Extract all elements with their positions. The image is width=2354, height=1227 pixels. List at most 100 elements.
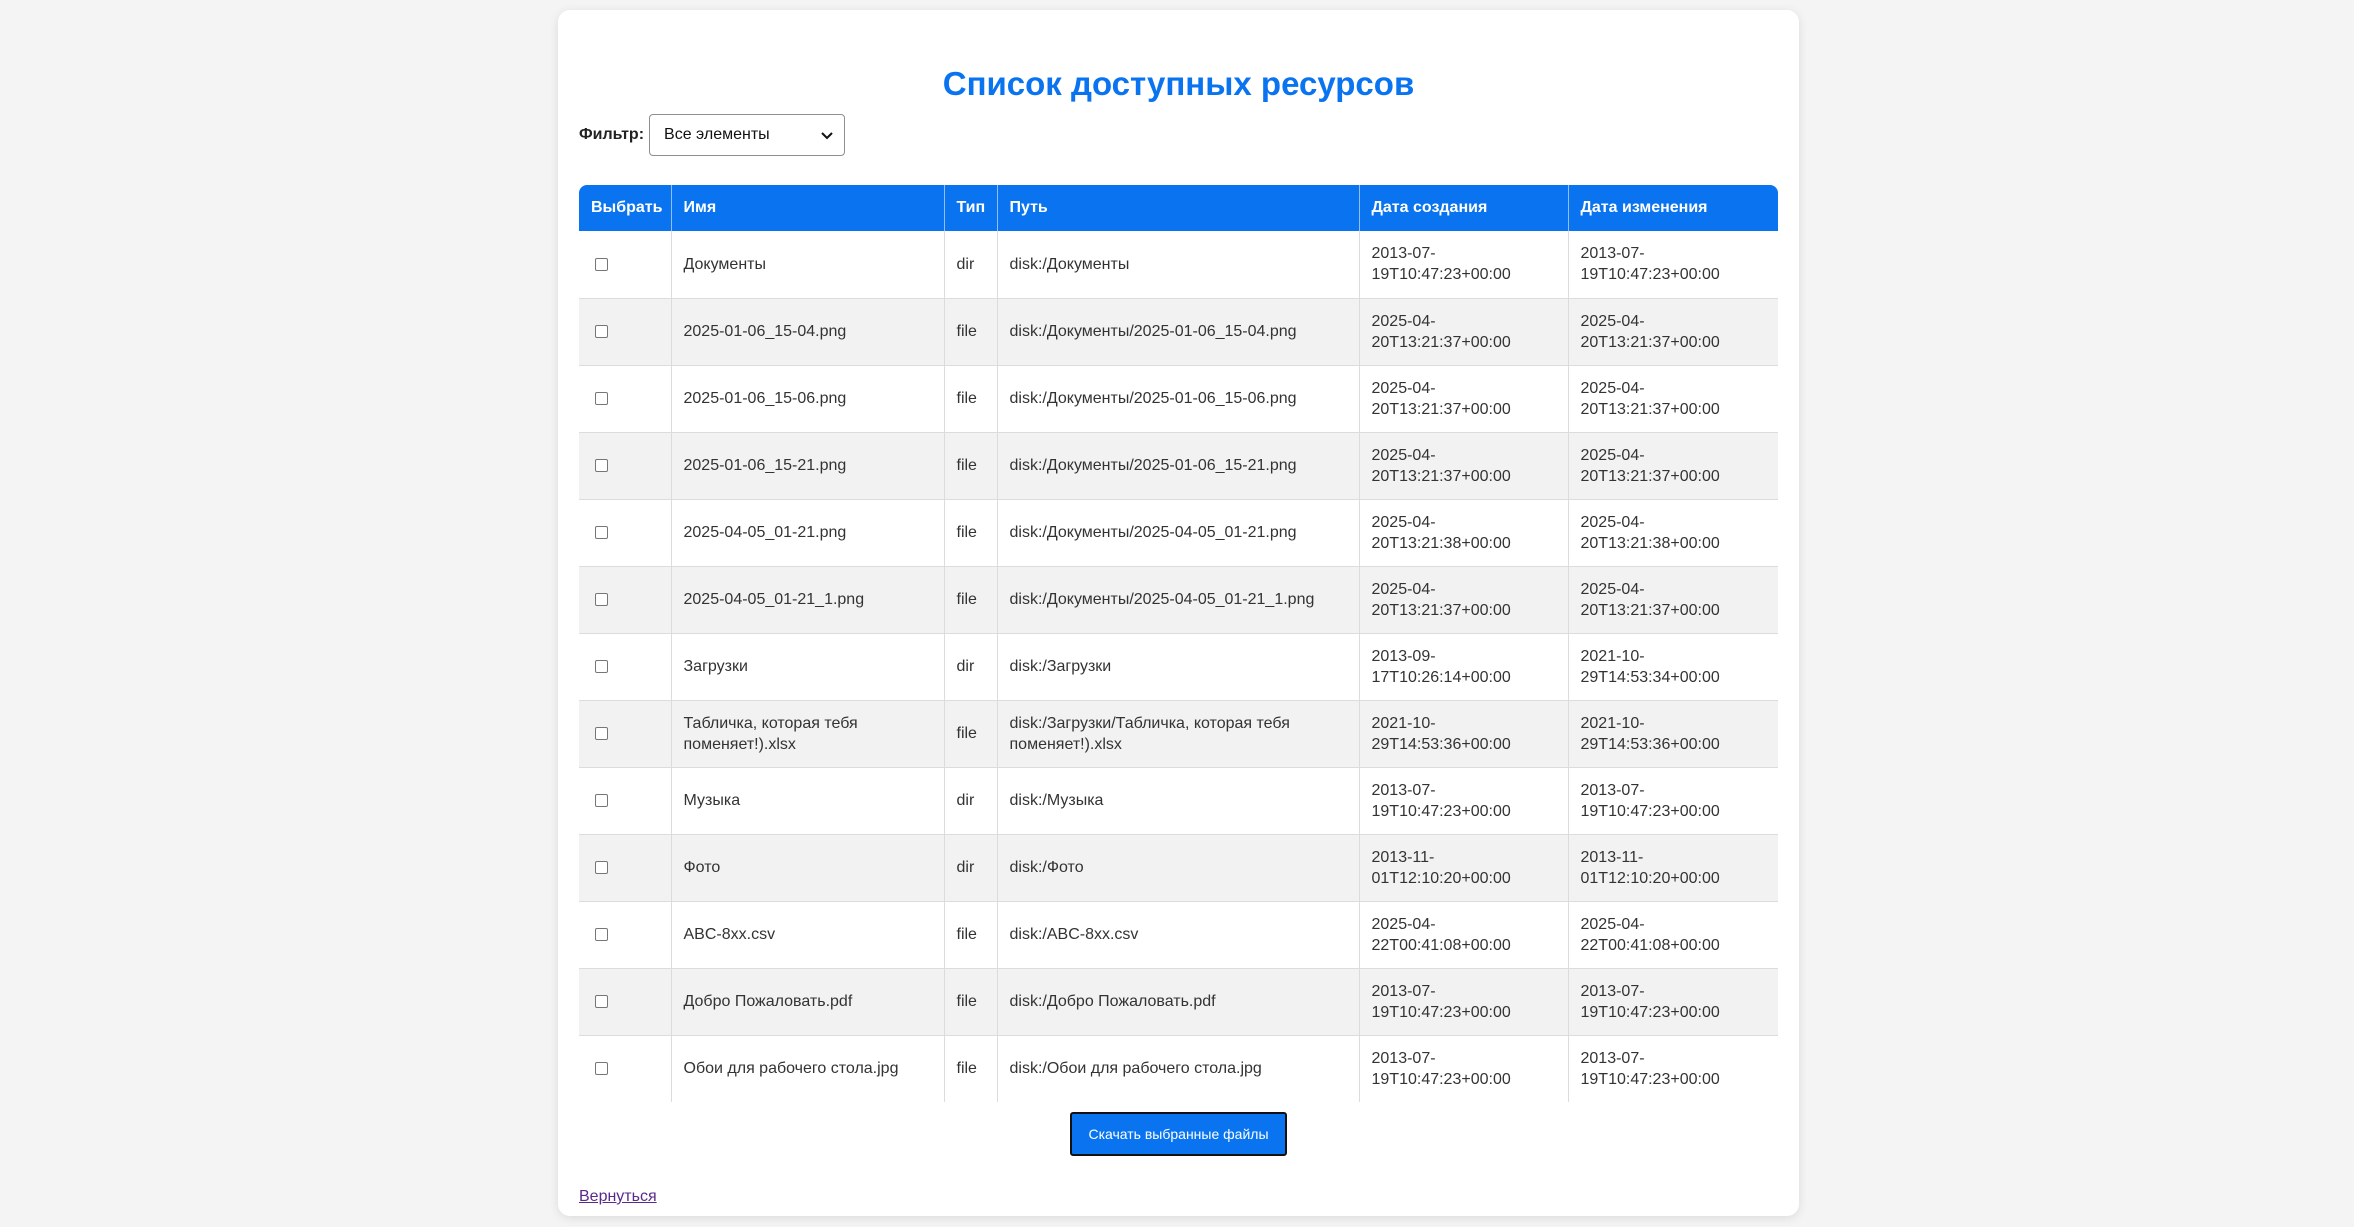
content-card: Список доступных ресурсов Фильтр: Все эл… — [558, 10, 1799, 1216]
table-header-row: Выбрать Имя Тип Путь Дата создания Дата … — [579, 185, 1778, 231]
created-cell: 2025-04- 20T13:21:37+00:00 — [1359, 566, 1569, 634]
table-row: Документы dir disk:/Документы 2013-07- 19T10… — [579, 231, 1778, 299]
type-cell: dir — [944, 767, 998, 835]
modified-cell-line-2: 01T12:10:20+00:00 — [1580, 869, 1720, 887]
created-cell: 2013-09- 17T10:26:14+00:00 — [1359, 633, 1569, 701]
back-link[interactable]: Вернуться — [579, 1188, 657, 1206]
type-cell: file — [944, 700, 998, 768]
modified-cell-line-1: 2025-04- — [1580, 915, 1645, 933]
created-cell-line-1: 2025-04- — [1371, 915, 1436, 933]
created-cell-line-1: 2013-07- — [1371, 1049, 1436, 1067]
row-checkbox[interactable] — [595, 593, 608, 606]
modified-cell-line-2: 20T13:21:37+00:00 — [1580, 400, 1720, 418]
type-cell: dir — [944, 834, 998, 902]
row-checkbox[interactable] — [595, 392, 608, 405]
created-cell: 2025-04- 22T00:41:08+00:00 — [1359, 901, 1569, 969]
created-cell: 2025-04- 20T13:21:37+00:00 — [1359, 432, 1569, 500]
select-cell — [579, 901, 672, 969]
modified-cell: 2025-04- 20T13:21:37+00:00 — [1568, 365, 1778, 433]
path-cell: disk:/Документы/2025-01-06_15-06.png — [997, 365, 1360, 433]
modified-cell: 2025-04- 22T00:41:08+00:00 — [1568, 901, 1778, 969]
created-cell-line-2: 19T10:47:23+00:00 — [1371, 1003, 1511, 1021]
type-cell: dir — [944, 231, 998, 299]
modified-cell-line-2: 20T13:21:37+00:00 — [1580, 467, 1720, 485]
created-cell-line-2: 20T13:21:37+00:00 — [1371, 333, 1511, 351]
modified-cell: 2013-11- 01T12:10:20+00:00 — [1568, 834, 1778, 902]
created-cell: 2013-11- 01T12:10:20+00:00 — [1359, 834, 1569, 902]
name-cell: 2025-01-06_15-06.png — [671, 365, 945, 433]
modified-cell-line-1: 2021-10- — [1580, 647, 1645, 665]
select-cell — [579, 968, 672, 1036]
modified-cell-line-1: 2025-04- — [1580, 446, 1645, 464]
row-checkbox[interactable] — [595, 861, 608, 874]
chevron-down-icon — [821, 132, 833, 140]
select-cell — [579, 432, 672, 500]
created-cell-line-1: 2013-07- — [1371, 245, 1436, 263]
modified-cell-line-2: 22T00:41:08+00:00 — [1580, 936, 1720, 954]
header-select: Выбрать — [579, 185, 672, 231]
name-cell: Загрузки — [671, 633, 945, 701]
table-row: 2025-04-05_01-21.png file disk:/Документы/… — [579, 499, 1778, 567]
modified-cell-line-1: 2013-07- — [1580, 245, 1645, 263]
table-row: Фото dir disk:/Фото 2013-11- 01T12:10:20+00:… — [579, 834, 1778, 902]
select-cell — [579, 767, 672, 835]
type-cell: file — [944, 499, 998, 567]
name-cell: Документы — [671, 231, 945, 299]
row-checkbox[interactable] — [595, 257, 608, 271]
created-cell-line-2: 19T10:47:23+00:00 — [1371, 266, 1511, 284]
table-body: Документы dir disk:/Документы 2013-07- 19T10… — [579, 231, 1778, 1102]
filter-select[interactable]: Все элементы — [649, 114, 846, 156]
modified-cell-line-2: 19T10:47:23+00:00 — [1580, 1003, 1720, 1021]
header-created: Дата создания — [1359, 185, 1569, 231]
type-cell: file — [944, 1035, 998, 1102]
select-cell — [579, 700, 672, 768]
modified-cell-line-1: 2025-04- — [1580, 580, 1645, 598]
path-cell: disk:/Документы/2025-01-06_15-21.png — [997, 432, 1360, 500]
header-path: Путь — [997, 185, 1360, 231]
row-checkbox[interactable] — [595, 928, 608, 941]
row-checkbox[interactable] — [595, 459, 608, 472]
name-cell: 2025-04-05_01-21_1.png — [671, 566, 945, 634]
table-row: Добро Пожаловать.pdf file disk:/Добро Пожа… — [579, 968, 1778, 1036]
table-row: 2025-01-06_15-04.png file disk:/Документы/… — [579, 298, 1778, 366]
row-checkbox[interactable] — [595, 995, 608, 1008]
name-cell: 2025-04-05_01-21.png — [671, 499, 945, 567]
type-cell: file — [944, 432, 998, 500]
filter-row: Фильтр: Все элементы — [579, 114, 846, 156]
path-cell: disk:/Музыка — [997, 767, 1360, 835]
name-cell: Обои для рабочего стола.jpg — [671, 1035, 945, 1102]
modified-cell-line-2: 20T13:21:37+00:00 — [1580, 333, 1720, 351]
table-row: 2025-01-06_15-06.png file disk:/Документы/… — [579, 365, 1778, 433]
row-checkbox[interactable] — [595, 325, 608, 338]
row-checkbox[interactable] — [595, 526, 608, 539]
modified-cell-line-1: 2025-04- — [1580, 379, 1645, 397]
modified-cell-line-2: 29T14:53:34+00:00 — [1580, 668, 1720, 686]
download-selected-button[interactable]: Скачать выбранные файлы — [1070, 1112, 1287, 1156]
modified-cell: 2025-04- 20T13:21:37+00:00 — [1568, 298, 1778, 366]
created-cell-line-2: 19T10:47:23+00:00 — [1371, 802, 1511, 820]
path-cell: disk:/Фото — [997, 834, 1360, 902]
created-cell-line-2: 17T10:26:14+00:00 — [1371, 668, 1511, 686]
created-cell-line-1: 2025-04- — [1371, 580, 1436, 598]
created-cell-line-1: 2025-04- — [1371, 446, 1436, 464]
name-cell: Добро Пожаловать.pdf — [671, 968, 945, 1036]
modified-cell-line-2: 29T14:53:36+00:00 — [1580, 735, 1720, 753]
type-cell: file — [944, 298, 998, 366]
modified-cell-line-1: 2013-07- — [1580, 781, 1645, 799]
created-cell: 2025-04- 20T13:21:37+00:00 — [1359, 298, 1569, 366]
name-cell: 2025-01-06_15-21.png — [671, 432, 945, 500]
created-cell-line-1: 2025-04- — [1371, 379, 1436, 397]
created-cell-line-2: 19T10:47:23+00:00 — [1371, 1070, 1511, 1088]
created-cell: 2021-10- 29T14:53:36+00:00 — [1359, 700, 1569, 768]
row-checkbox[interactable] — [595, 727, 608, 740]
modified-cell-line-2: 20T13:21:37+00:00 — [1580, 601, 1720, 619]
type-cell: dir — [944, 633, 998, 701]
resources-table: Выбрать Имя Тип Путь Дата создания Дата … — [579, 185, 1778, 1102]
filter-label: Фильтр: — [579, 126, 645, 143]
created-cell: 2013-07- 19T10:47:23+00:00 — [1359, 1035, 1569, 1102]
row-checkbox[interactable] — [595, 794, 608, 807]
row-checkbox[interactable] — [595, 660, 608, 673]
row-checkbox[interactable] — [595, 1062, 608, 1076]
created-cell-line-1: 2013-09- — [1371, 647, 1436, 665]
select-cell — [579, 834, 672, 902]
